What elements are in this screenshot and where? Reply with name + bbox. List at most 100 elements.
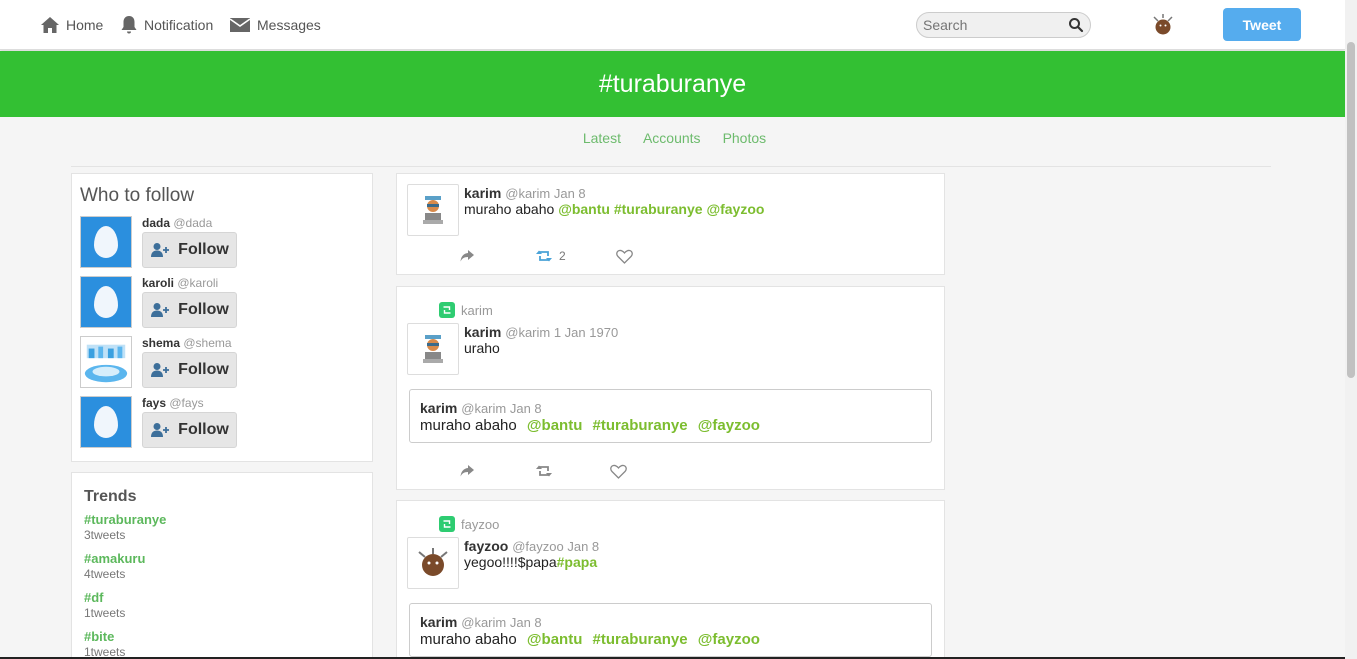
quoted-author-name[interactable]: karim bbox=[420, 614, 457, 630]
retweet-badge-icon bbox=[439, 516, 455, 532]
add-user-icon bbox=[151, 423, 170, 437]
add-user-icon bbox=[151, 303, 170, 317]
like-button[interactable] bbox=[616, 249, 633, 264]
suggestion-username[interactable]: karoli bbox=[142, 276, 174, 290]
follow-button-label: Follow bbox=[178, 361, 229, 378]
tab-photos[interactable]: Photos bbox=[723, 130, 767, 146]
follow-button[interactable]: Follow bbox=[142, 412, 237, 448]
user-photo[interactable] bbox=[80, 336, 132, 388]
tweet-text: yegoo!!!!$papa#papa bbox=[464, 554, 597, 570]
author-name[interactable]: karim bbox=[464, 324, 501, 340]
add-user-icon bbox=[151, 363, 170, 377]
scrollbar-thumb[interactable] bbox=[1347, 42, 1355, 378]
reply-button[interactable] bbox=[459, 464, 476, 478]
quoted-author-meta: @karim Jan 8 bbox=[461, 615, 542, 630]
suggestion-handle: @dada bbox=[173, 216, 213, 230]
default-avatar[interactable] bbox=[80, 396, 132, 448]
quoted-tweet[interactable]: karim @karim Jan 8 muraho abaho @bantu #… bbox=[409, 603, 932, 657]
tweet-text: muraho abaho @bantu #turaburanye @fayzoo bbox=[464, 201, 764, 217]
search-icon[interactable] bbox=[1068, 17, 1084, 33]
mention-link[interactable]: @fayzoo bbox=[698, 631, 760, 648]
who-to-follow-title: Who to follow bbox=[80, 185, 195, 206]
mention-link[interactable]: @bantu bbox=[527, 417, 582, 434]
tweet-avatar[interactable] bbox=[407, 323, 459, 375]
reply-icon bbox=[460, 465, 474, 477]
suggestion-name: dada @dada bbox=[142, 216, 212, 230]
quoted-author-name[interactable]: karim bbox=[420, 400, 457, 416]
follow-button-label: Follow bbox=[178, 301, 229, 318]
suggestion-username[interactable]: fays bbox=[142, 396, 166, 410]
quoted-author-meta: @karim Jan 8 bbox=[461, 401, 542, 416]
author-name[interactable]: karim bbox=[464, 185, 501, 201]
default-avatar[interactable] bbox=[80, 276, 132, 328]
retweet-icon bbox=[536, 250, 552, 262]
author-meta: @fayzoo Jan 8 bbox=[512, 539, 600, 554]
retweet-button[interactable]: 2 bbox=[535, 249, 566, 263]
nav-messages[interactable]: Messages bbox=[229, 0, 321, 50]
tweet-author: karim @karim 1 Jan 1970 bbox=[464, 324, 618, 340]
reply-icon bbox=[460, 250, 474, 262]
follow-button-label: Follow bbox=[178, 241, 229, 258]
trend-item: #turaburanye 3tweets bbox=[84, 512, 166, 542]
hashtag-link[interactable]: #turaburanye bbox=[593, 417, 688, 434]
follow-suggestion: shema @shema Follow bbox=[80, 336, 370, 388]
heart-icon bbox=[610, 464, 627, 479]
follow-button[interactable]: Follow bbox=[142, 292, 237, 328]
mention-link[interactable]: @bantu bbox=[558, 201, 610, 217]
quoted-text: muraho abaho @bantu #turaburanye @fayzoo bbox=[420, 631, 760, 648]
search-tabs: Latest Accounts Photos bbox=[0, 130, 1345, 146]
tweet-card: fayzoo fayzoo @fayzoo Jan 8 yegoo!!!!$pa… bbox=[396, 500, 945, 659]
tabs-divider bbox=[71, 166, 1271, 167]
tab-accounts[interactable]: Accounts bbox=[643, 130, 701, 146]
hashtag-link[interactable]: #papa bbox=[557, 554, 597, 570]
suggestion-username[interactable]: shema bbox=[142, 336, 180, 350]
nav-home[interactable]: Home bbox=[40, 0, 103, 50]
page-scrollbar[interactable] bbox=[1345, 0, 1357, 659]
trend-count: 4tweets bbox=[84, 567, 126, 581]
tweet-avatar[interactable] bbox=[407, 184, 459, 236]
follow-button[interactable]: Follow bbox=[142, 232, 237, 268]
robot-avatar-icon bbox=[423, 335, 443, 363]
hashtag-link[interactable]: #turaburanye bbox=[614, 201, 703, 217]
trend-tag[interactable]: #amakuru bbox=[84, 551, 145, 566]
retweet-button[interactable] bbox=[535, 464, 553, 478]
quoted-tweet[interactable]: karim @karim Jan 8 muraho abaho @bantu #… bbox=[409, 389, 932, 443]
nav-notification[interactable]: Notification bbox=[120, 0, 213, 50]
robot-avatar-icon bbox=[423, 196, 443, 224]
hashtag-link[interactable]: #turaburanye bbox=[593, 631, 688, 648]
follow-button-label: Follow bbox=[178, 421, 229, 438]
suggestion-username[interactable]: dada bbox=[142, 216, 170, 230]
top-navbar: Home Notification Messages Tweet bbox=[0, 0, 1345, 50]
trend-tag[interactable]: #turaburanye bbox=[84, 512, 166, 527]
tab-latest[interactable]: Latest bbox=[583, 130, 621, 146]
tweet-avatar[interactable] bbox=[407, 537, 459, 589]
follow-suggestion: karoli @karoli Follow bbox=[80, 276, 370, 328]
trend-tag[interactable]: #bite bbox=[84, 629, 125, 644]
heart-icon bbox=[616, 249, 633, 264]
reply-button[interactable] bbox=[459, 249, 476, 263]
trend-tag[interactable]: #df bbox=[84, 590, 125, 605]
tweet-card: karim karim @karim 1 Jan 1970 uraho kari… bbox=[396, 286, 945, 490]
like-button[interactable] bbox=[610, 464, 627, 479]
follow-button[interactable]: Follow bbox=[142, 352, 237, 388]
face-avatar-icon bbox=[418, 548, 448, 576]
retweeted-by-name[interactable]: fayzoo bbox=[461, 517, 499, 532]
author-name[interactable]: fayzoo bbox=[464, 538, 508, 554]
suggestion-handle: @fays bbox=[169, 396, 204, 410]
nav-notification-label: Notification bbox=[144, 17, 214, 33]
mention-link[interactable]: @fayzoo bbox=[706, 201, 764, 217]
retweeted-by: fayzoo bbox=[439, 516, 499, 532]
profile-avatar[interactable] bbox=[1150, 12, 1176, 38]
add-user-icon bbox=[151, 243, 170, 257]
mention-link[interactable]: @bantu bbox=[527, 631, 582, 648]
envelope-icon bbox=[229, 18, 251, 32]
tweet-button[interactable]: Tweet bbox=[1223, 8, 1301, 41]
tweet-author: karim @karim Jan 8 bbox=[464, 185, 586, 201]
hashtag-banner: #turaburanye bbox=[0, 51, 1345, 117]
search-input[interactable] bbox=[923, 17, 1063, 33]
retweeted-by-name[interactable]: karim bbox=[461, 303, 493, 318]
nav-messages-label: Messages bbox=[257, 17, 321, 33]
suggestion-name: fays @fays bbox=[142, 396, 204, 410]
mention-link[interactable]: @fayzoo bbox=[698, 417, 760, 434]
default-avatar[interactable] bbox=[80, 216, 132, 268]
